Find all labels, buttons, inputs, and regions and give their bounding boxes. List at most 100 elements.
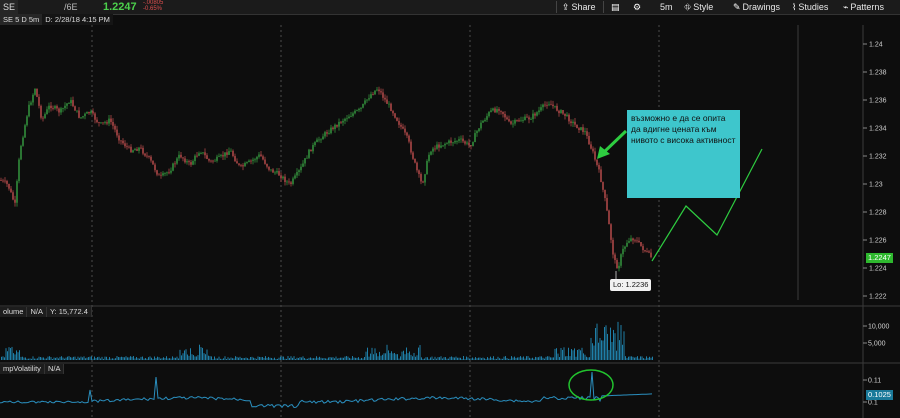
candle-body [378, 89, 380, 92]
volume-bar [562, 349, 563, 360]
candle-body [180, 154, 182, 158]
volume-bar [224, 356, 226, 360]
volume-bar [253, 357, 254, 360]
volume-bar [148, 357, 149, 360]
volume-bar [101, 356, 103, 360]
candle-body [126, 146, 128, 148]
candle-body [62, 108, 64, 109]
volume-bar [412, 356, 413, 360]
candle-body [638, 240, 640, 243]
volume-bar [382, 354, 383, 360]
volume-bar [155, 358, 157, 360]
price-chart[interactable]: 1.24 1.238 1.236 1.234 1.232 1.23 1.228 1.226 1.… [0, 0, 900, 418]
volume-bar [478, 357, 479, 360]
volume-title[interactable]: olume [0, 307, 28, 317]
volume-bar [221, 358, 223, 360]
candle-body [410, 141, 412, 153]
volume-bar [248, 358, 250, 360]
candle-body [296, 172, 298, 176]
volume-bar [629, 356, 631, 360]
candle-body [28, 104, 30, 117]
candle-body [512, 123, 514, 125]
candle-body [444, 143, 446, 146]
volume-bar [452, 357, 454, 360]
candle-body [104, 122, 106, 123]
candle-body [362, 103, 364, 108]
candle-body [412, 152, 414, 159]
candle-body [92, 111, 94, 114]
candle-body [596, 159, 598, 165]
candle-body [22, 137, 24, 146]
candle-body [232, 150, 234, 157]
volume-bar [323, 358, 325, 360]
volume-bar [391, 351, 392, 360]
volume-bar [266, 357, 268, 360]
volume-bar [623, 331, 625, 360]
volume-bar [65, 357, 67, 360]
volatility-title[interactable]: mpVolatility [0, 364, 45, 374]
volume-bar [620, 325, 622, 360]
volume-bar [176, 356, 178, 360]
volume-bar [194, 356, 196, 360]
candle-body [278, 171, 280, 176]
candle-body [562, 110, 564, 114]
volume-bar [326, 358, 328, 360]
candle-body [270, 169, 272, 171]
volume-bar [95, 357, 97, 360]
candle-body [400, 124, 402, 127]
volume-bar [173, 357, 175, 360]
candle-body [434, 148, 436, 150]
price-tick-label: 1.224 [869, 266, 887, 273]
volume-bar [563, 347, 565, 360]
price-tick-label: 1.23 [869, 182, 883, 189]
volume-bar [430, 357, 431, 360]
volume-bar [284, 358, 286, 360]
candle-body [142, 147, 144, 154]
volume-bar [304, 358, 305, 360]
volume-bar [104, 356, 106, 360]
note-annotation[interactable]: възможно е да се опита да вдигне цената … [627, 110, 740, 198]
volume-bar [200, 347, 202, 360]
volume-bar [25, 357, 26, 360]
candle-body [24, 125, 26, 138]
volume-bar [296, 357, 298, 360]
volume-bar [313, 358, 314, 360]
volume-bar [602, 340, 604, 360]
candle-body [632, 238, 634, 241]
candle-body [230, 150, 232, 152]
candle-body [450, 140, 452, 143]
volume-bar [364, 356, 365, 360]
candle-body [134, 149, 136, 151]
candle-body [114, 125, 116, 130]
candle-body [500, 110, 502, 112]
candle-body [106, 122, 108, 124]
volume-bar [395, 354, 397, 360]
volume-bar [461, 358, 463, 360]
candle-body [136, 149, 138, 151]
volume-bar [35, 358, 37, 360]
volume-bar [314, 358, 316, 360]
volume-bar [466, 356, 467, 360]
volume-bar [337, 358, 338, 360]
candle-body [528, 117, 530, 120]
volume-bar [431, 356, 433, 360]
volume-bar [458, 357, 460, 360]
candle-body [120, 140, 122, 142]
volume-bar [551, 357, 553, 360]
arrow-annotation[interactable] [597, 129, 628, 159]
volume-bar [362, 358, 364, 360]
volume-bar [83, 356, 85, 360]
candle-body [550, 104, 552, 106]
candle-body [588, 135, 590, 145]
candle-body [268, 166, 270, 170]
candle-body [76, 110, 78, 112]
candle-body [380, 91, 382, 93]
volume-bar [539, 356, 541, 360]
candle-body [326, 132, 328, 134]
candle-body [468, 142, 470, 146]
volume-bar [185, 349, 187, 360]
volume-bar [598, 342, 599, 360]
volume-bar [559, 357, 560, 360]
volume-bar [170, 358, 172, 360]
volume-bar [514, 356, 515, 360]
